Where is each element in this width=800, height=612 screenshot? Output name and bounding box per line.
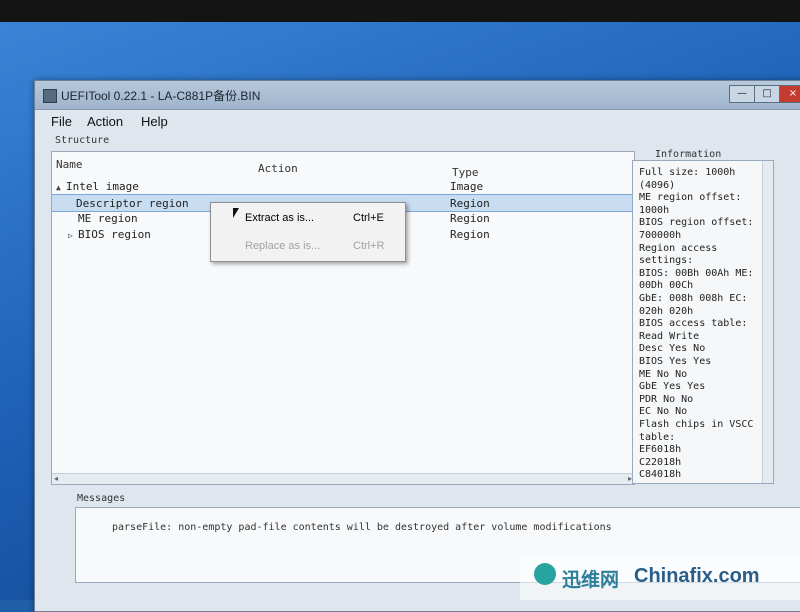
info-line: settings: — [639, 255, 694, 267]
column-action[interactable]: Action — [258, 162, 298, 175]
row-name: BIOS region — [78, 228, 151, 241]
row-name: ME region — [78, 212, 138, 225]
menu-help[interactable]: Help — [141, 114, 168, 129]
messages-label: Messages — [77, 493, 126, 504]
window-title: UEFITool 0.22.1 - LA-C881P备份.BIN — [61, 89, 261, 103]
minimize-button[interactable]: — — [729, 85, 755, 103]
watermark-en: Chinafix.com — [634, 565, 760, 587]
info-line: GbE Yes Yes — [639, 381, 706, 393]
tree-header: Name Action Type — [52, 152, 634, 179]
expand-arrow-icon[interactable]: ▷ — [68, 231, 78, 240]
info-line: 1000h — [639, 204, 670, 216]
info-line: C84018h — [639, 469, 682, 481]
info-line: EC No No — [639, 406, 688, 418]
info-line: Flash chips in VSCC — [639, 419, 754, 430]
info-line: GbE: 008h 008h EC: — [639, 293, 748, 304]
information-label: Information — [655, 149, 722, 160]
menu-action[interactable]: Action — [87, 114, 123, 129]
row-type: Region — [450, 228, 490, 241]
context-menu: Extract as is... Ctrl+E Replace as is...… — [210, 202, 406, 262]
tree-row-intel-image[interactable]: ▲ Intel image Image — [52, 178, 634, 194]
info-line: (4096) — [639, 179, 676, 191]
info-line: Full size: 1000h — [639, 167, 736, 178]
row-type: Region — [450, 212, 490, 225]
info-line: table: — [639, 431, 676, 443]
app-icon — [43, 89, 57, 103]
structure-label: Structure — [55, 135, 110, 146]
information-panel[interactable]: Full size: 1000h (4096) ME region offset: 1… — [632, 160, 774, 484]
info-line: 020h 020h — [639, 305, 694, 317]
info-line: BIOS access table: — [639, 318, 748, 330]
info-line: Region access — [639, 242, 718, 254]
watermark-logo-icon — [534, 563, 556, 585]
info-line: ME No No — [639, 368, 688, 380]
menu-file[interactable]: File — [51, 114, 72, 129]
info-line: BIOS Yes Yes — [639, 356, 712, 367]
collapse-arrow-icon[interactable]: ▲ — [56, 183, 66, 192]
close-button[interactable]: × — [779, 85, 800, 103]
info-line: Read Write — [639, 330, 700, 342]
info-line: Desc Yes No — [639, 343, 706, 355]
info-line: BIOS region offset: — [639, 217, 754, 229]
message-line: parseFile: non-empty pad-file contents w… — [112, 522, 612, 533]
scroll-left-icon[interactable]: ◂ — [54, 474, 58, 483]
horizontal-scrollbar[interactable]: ◂ ▸ — [52, 473, 634, 484]
row-name: Intel image — [66, 180, 139, 193]
watermark: 迅维网 Chinafix.com — [520, 555, 800, 600]
monitor-bezel — [0, 0, 800, 22]
row-type: Image — [450, 180, 484, 193]
menu-item-shortcut: Ctrl+R — [353, 240, 385, 252]
menu-item-label: Extract as is... — [245, 212, 315, 224]
menu-item-label: Replace as is... — [245, 240, 321, 252]
column-name[interactable]: Name — [56, 158, 83, 171]
mouse-cursor-icon — [233, 208, 239, 218]
info-line: 00Dh 00Ch — [639, 280, 694, 292]
info-line: C22018h — [639, 456, 682, 468]
info-line: 700000h — [639, 230, 682, 241]
row-name: Descriptor region — [76, 197, 189, 210]
watermark-cn: 迅维网 — [562, 569, 620, 591]
menu-item-replace-as-is[interactable]: Replace as is... Ctrl+R — [211, 235, 405, 257]
row-type: Region — [450, 197, 490, 210]
info-line: BIOS: 00Bh 00Ah ME: — [639, 267, 754, 279]
menu-item-extract-as-is[interactable]: Extract as is... Ctrl+E — [211, 207, 405, 229]
maximize-button[interactable]: □ — [754, 85, 780, 103]
vertical-scrollbar[interactable] — [762, 161, 773, 483]
menu-item-shortcut: Ctrl+E — [353, 212, 384, 224]
info-line: PDR No No — [639, 393, 694, 405]
menu-bar: File Action Help — [35, 111, 800, 133]
title-bar[interactable]: UEFITool 0.22.1 - LA-C881P备份.BIN — □ × — [35, 81, 800, 110]
info-line: EF6018h — [639, 444, 682, 456]
info-line: ME region offset: — [639, 192, 742, 204]
